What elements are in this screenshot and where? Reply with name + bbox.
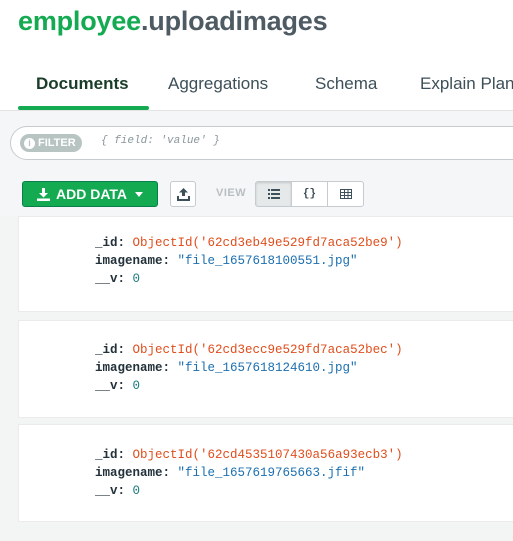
table-icon bbox=[339, 189, 352, 199]
field-row: __v: 0 bbox=[95, 272, 140, 286]
field-value: ObjectId('62cd3ecc9e529fd7aca52bec') bbox=[132, 343, 403, 357]
field-key: _id: bbox=[95, 343, 126, 357]
tab-schema[interactable]: Schema bbox=[315, 74, 377, 94]
filter-pill[interactable]: i FILTER bbox=[20, 134, 82, 152]
table-view-button[interactable] bbox=[327, 181, 364, 207]
document-card[interactable]: _id: ObjectId('62cd3eb49e529fd7aca52be9'… bbox=[18, 216, 513, 312]
field-value: ObjectId('62cd3eb49e529fd7aca52be9') bbox=[132, 236, 403, 250]
filter-input[interactable]: i FILTER { field: 'value' } bbox=[10, 126, 513, 160]
field-value: 0 bbox=[132, 272, 141, 286]
document-card[interactable]: _id: ObjectId('62cd4535107430a56a93ecb3'… bbox=[18, 424, 513, 522]
list-view-button[interactable] bbox=[255, 181, 292, 207]
download-icon bbox=[36, 187, 50, 201]
namespace-title: employee.uploadimages bbox=[18, 6, 328, 37]
document-card[interactable]: _id: ObjectId('62cd3ecc9e529fd7aca52bec'… bbox=[18, 320, 513, 418]
active-tab-indicator bbox=[18, 106, 149, 110]
export-button[interactable] bbox=[170, 181, 196, 207]
field-value: 0 bbox=[132, 379, 141, 393]
field-row: imagename: "file_1657618124610.jpg" bbox=[95, 361, 358, 375]
add-data-button[interactable]: ADD DATA bbox=[22, 181, 158, 207]
view-label: VIEW bbox=[216, 187, 247, 199]
field-row: __v: 0 bbox=[95, 379, 140, 393]
field-value: 0 bbox=[132, 484, 141, 498]
field-row: _id: ObjectId('62cd3eb49e529fd7aca52be9'… bbox=[95, 236, 403, 250]
field-row: imagename: "file_1657619765663.jfif" bbox=[95, 466, 365, 480]
filter-placeholder: { field: 'value' } bbox=[101, 135, 220, 147]
field-value: "file_1657618100551.jpg" bbox=[177, 254, 358, 268]
field-key: imagename: bbox=[95, 254, 171, 268]
field-row: _id: ObjectId('62cd3ecc9e529fd7aca52bec'… bbox=[95, 343, 403, 357]
list-icon bbox=[267, 189, 280, 199]
view-toggle-group: {} bbox=[255, 181, 364, 207]
field-row: imagename: "file_1657618100551.jpg" bbox=[95, 254, 358, 268]
field-key: __v: bbox=[95, 272, 126, 286]
tab-bar: Documents Aggregations Schema Explain Pl… bbox=[0, 60, 513, 111]
add-data-label: ADD DATA bbox=[55, 186, 128, 202]
field-value: "file_1657619765663.jfif" bbox=[177, 466, 366, 480]
tab-documents[interactable]: Documents bbox=[36, 74, 129, 94]
field-row: __v: 0 bbox=[95, 484, 140, 498]
field-key: imagename: bbox=[95, 466, 171, 480]
field-value: ObjectId('62cd4535107430a56a93ecb3') bbox=[132, 448, 403, 462]
tab-aggregations[interactable]: Aggregations bbox=[168, 74, 268, 94]
field-key: _id: bbox=[95, 448, 126, 462]
json-view-button[interactable]: {} bbox=[291, 181, 328, 207]
braces-icon: {} bbox=[302, 188, 317, 200]
info-icon: i bbox=[24, 137, 35, 149]
field-key: _id: bbox=[95, 236, 126, 250]
filter-pill-label: FILTER bbox=[38, 137, 76, 149]
field-key: __v: bbox=[95, 484, 126, 498]
tab-explain-plan[interactable]: Explain Plan bbox=[420, 74, 513, 94]
database-name: employee bbox=[18, 6, 141, 36]
upload-icon bbox=[176, 187, 190, 201]
field-value: "file_1657618124610.jpg" bbox=[177, 361, 358, 375]
chevron-down-icon bbox=[135, 191, 144, 197]
document-list: _id: ObjectId('62cd3eb49e529fd7aca52be9'… bbox=[0, 216, 513, 541]
field-key: imagename: bbox=[95, 361, 171, 375]
field-key: __v: bbox=[95, 379, 126, 393]
field-row: _id: ObjectId('62cd4535107430a56a93ecb3'… bbox=[95, 448, 403, 462]
collection-name: .uploadimages bbox=[140, 6, 328, 36]
